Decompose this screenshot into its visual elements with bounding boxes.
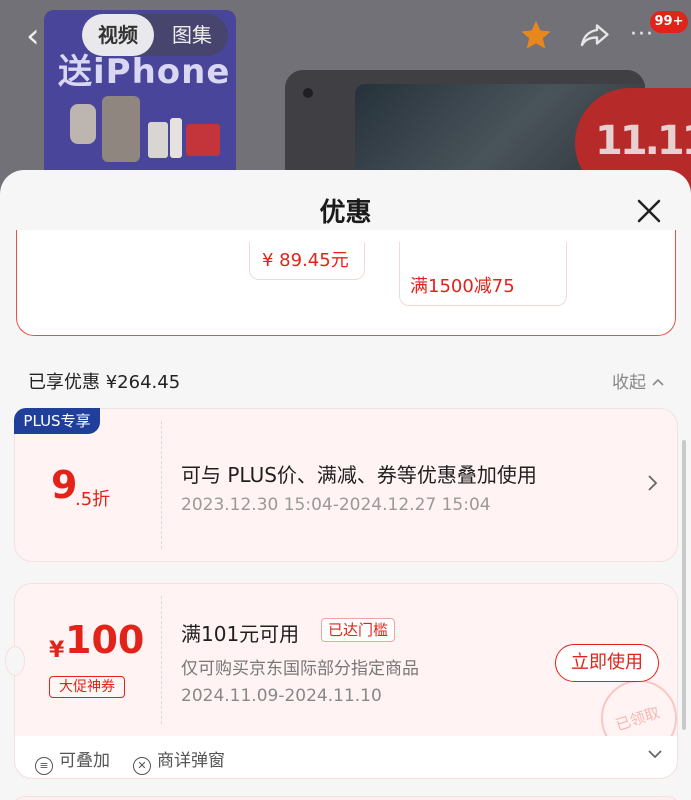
back-icon[interactable]: ‹ [26, 18, 56, 54]
chevron-down-icon[interactable] [647, 748, 663, 760]
coupon-footer: ≡ 可叠加 ✕ 商详弹窗 [15, 736, 677, 778]
collapse-label: 收起 [612, 373, 646, 393]
discount-sheet: 优惠 ¥ 89.45元 满1500减75 已享优惠 ¥264.45 收起 PLU… [0, 170, 691, 800]
sheet-title: 优惠 [319, 198, 372, 228]
coupon-title: 可与 PLUS价、满减、券等优惠叠加使用 [181, 463, 537, 487]
currency-symbol: ¥ [49, 638, 65, 663]
tab-video[interactable]: 视频 [82, 14, 154, 56]
threshold-reached-tag: 已达门槛 [321, 618, 396, 642]
promo-coupon-tag: 大促神券 [49, 676, 125, 698]
coupon-description: 仅可购买京东国际部分指定商品 [181, 659, 419, 679]
summary-chip: 满1500减75 [399, 242, 567, 306]
chevron-right-icon [648, 475, 658, 491]
use-now-button[interactable]: 立即使用 [555, 644, 659, 682]
close-icon[interactable] [634, 196, 664, 226]
stackable-info[interactable]: ≡ 可叠加 [35, 746, 110, 775]
coupon-divider [161, 421, 162, 549]
stackable-icon: ≡ [35, 757, 53, 775]
chevron-up-icon [652, 378, 664, 386]
popup-icon: ✕ [133, 757, 151, 775]
enjoyed-discount-label: 已享优惠 ¥264.45 [28, 372, 181, 393]
plus-discount-coupon[interactable]: PLUS专享 9 .5折 可与 PLUS价、满减、券等优惠叠加使用 2023.1… [14, 408, 678, 562]
tab-gallery[interactable]: 图集 [160, 14, 224, 56]
favorite-star-icon[interactable] [518, 18, 554, 54]
discount-unit: .5折 [75, 489, 111, 510]
message-count-badge: 99+ [650, 11, 688, 33]
share-icon[interactable] [576, 18, 612, 54]
collapse-toggle[interactable]: 收起 [612, 368, 665, 393]
discount-value: 9 [51, 463, 78, 507]
coupon-title: 满101元可用 [181, 622, 300, 646]
media-tabs: 视频 图集 [82, 14, 228, 56]
scrollbar[interactable] [682, 440, 686, 730]
coupon-notch [5, 646, 25, 676]
coupon-validity: 2024.11.09-2024.11.10 [181, 686, 382, 706]
summary-chip: ¥ 89.45元 [249, 242, 365, 280]
plus-exclusive-tag: PLUS专享 [14, 408, 100, 434]
coupon-divider [161, 596, 162, 724]
discount-summary-card: ¥ 89.45元 满1500减75 [16, 230, 676, 336]
coupon-body: ¥ 100 大促神券 满101元可用 已达门槛 仅可购买京东国际部分指定商品 2… [15, 584, 677, 756]
coupon-validity: 2023.12.30 15:04-2024.12.27 15:04 [181, 495, 491, 515]
coupon-amount: 100 [65, 618, 145, 662]
popup-info[interactable]: ✕ 商详弹窗 [133, 746, 225, 775]
cash-coupon: ¥ 100 大促神券 满101元可用 已达门槛 仅可购买京东国际部分指定商品 2… [5, 583, 678, 779]
next-coupon-edge [14, 796, 678, 800]
promo-goods-illustration [70, 96, 220, 162]
